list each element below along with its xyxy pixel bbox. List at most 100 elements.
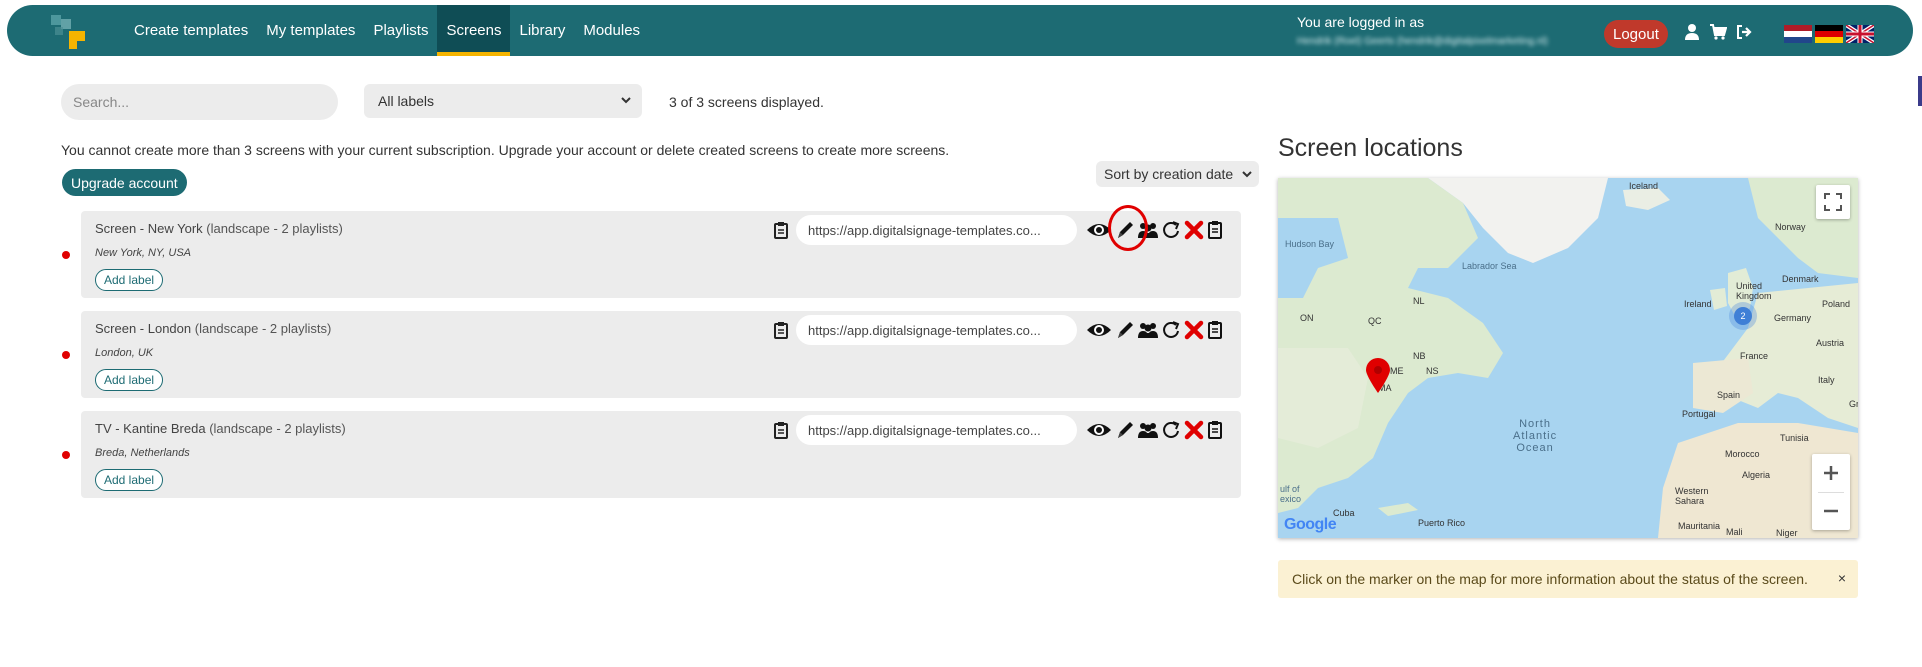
refresh-icon[interactable] [1161,219,1181,241]
screen-name: Screen - London [95,321,192,336]
delete-icon[interactable] [1184,319,1204,341]
upgrade-account-button[interactable]: Upgrade account [62,169,187,196]
map-label-france: France [1740,351,1769,361]
map-label-portugal: Portugal [1682,409,1716,419]
copy-url-icon[interactable] [773,221,789,239]
app-logo[interactable] [47,11,93,53]
flag-de-icon[interactable] [1815,25,1843,43]
preview-eye-icon[interactable] [1086,319,1112,341]
map-label-morocco: Morocco [1725,449,1760,459]
map-label-mali: Mali [1726,527,1743,537]
label-filter-select[interactable]: All labels [364,84,642,118]
screen-location: New York, NY, USA [95,247,191,259]
nav-modules[interactable]: Modules [574,5,649,56]
chevron-down-icon [1241,167,1253,184]
map-heading: Screen locations [1278,134,1463,162]
screen-title: Screen - London (landscape - 2 playlists… [95,321,331,336]
zoom-controls [1812,454,1850,530]
flag-uk-icon[interactable] [1846,25,1874,43]
map-label-puerto-rico: Puerto Rico [1418,518,1466,528]
users-group-icon[interactable] [1137,319,1159,341]
screen-card: Screen - London (landscape - 2 playlists… [81,311,1241,398]
user-icon[interactable] [1683,23,1701,41]
close-icon[interactable]: × [1838,570,1846,586]
screen-url-field[interactable]: https://app.digitalsignage-templates.co.… [796,415,1077,445]
map-label-norway: Norway [1775,222,1806,232]
screen-url-field[interactable]: https://app.digitalsignage-templates.co.… [796,315,1077,345]
map-info-alert: Click on the marker on the map for more … [1278,560,1858,598]
nav-create-templates[interactable]: Create templates [125,5,257,56]
google-logo-text: Google [1284,516,1337,533]
clipboard-icon[interactable] [1207,419,1223,441]
logout-button[interactable]: Logout [1604,20,1668,48]
screen-meta: (landscape - 2 playlists) [194,321,332,336]
users-group-icon[interactable] [1137,419,1159,441]
cluster-marker[interactable]: 2 [1729,302,1757,330]
add-label-button[interactable]: Add label [95,369,164,391]
map-label-labrador-sea: Labrador Sea [1462,261,1517,271]
map-label-tunisia: Tunisia [1780,433,1809,443]
top-navbar: Create templates My templates Playlists … [7,5,1913,56]
preview-eye-icon[interactable] [1086,419,1112,441]
edit-pencil-icon[interactable] [1115,319,1135,341]
google-logo: Google [1284,516,1337,534]
screen-name: TV - Kantine Breda [95,421,206,436]
refresh-icon[interactable] [1161,319,1181,341]
map-label-uk: United Kingdom [1736,281,1772,301]
map-label-spain: Spain [1717,390,1741,400]
sort-value: Sort by creation date [1104,166,1234,182]
map-label-nl: NL [1413,296,1425,306]
copy-url-icon[interactable] [773,421,789,439]
map-label-iceland: Iceland [1629,181,1659,191]
flag-nl-icon[interactable] [1784,25,1812,43]
map-label-ns: NS [1426,366,1439,376]
nav-library[interactable]: Library [510,5,574,56]
zoom-in-button[interactable] [1812,454,1850,492]
screen-meta: (landscape - 2 playlists) [206,221,343,236]
map-label-on: ON [1300,313,1314,323]
nav-my-templates[interactable]: My templates [257,5,364,56]
login-info: You are logged in as Hendrik (Roel) Geer… [1297,14,1548,47]
map-label-ireland: Ireland [1684,299,1712,309]
screen-locations-map[interactable]: Iceland Norway Hudson Bay Labrador Sea D… [1278,178,1858,538]
label-filter-value: All labels [378,93,435,109]
nav-screens[interactable]: Screens [437,5,511,56]
map-label-western-sahara: Western Sahara [1675,486,1709,506]
sign-out-icon[interactable] [1735,23,1753,41]
screen-card: TV - Kantine Breda (landscape - 2 playli… [81,411,1241,498]
add-label-button[interactable]: Add label [95,269,164,291]
delete-icon[interactable] [1184,419,1204,441]
map-label-cuba: Cuba [1333,508,1355,518]
screen-meta: (landscape - 2 playlists) [209,421,346,436]
login-user: Hendrik (Roel) Geerts (hendrik@digitalpi… [1297,36,1548,47]
screen-count: 3 of 3 screens displayed. [669,94,824,110]
map-label-poland: Poland [1822,299,1851,309]
copy-url-icon[interactable] [773,321,789,339]
plus-icon [1824,466,1838,480]
screen-url-field[interactable]: https://app.digitalsignage-templates.co.… [796,215,1077,245]
sort-select[interactable]: Sort by creation date [1096,161,1260,187]
fullscreen-icon [1824,193,1842,211]
highlight-circle [1108,205,1148,251]
map-label-algeria: Algeria [1742,470,1771,480]
map-label-nb: NB [1413,351,1426,361]
map-label-austria: Austria [1816,338,1845,348]
screen-name: Screen - New York [95,221,203,236]
map-label-qc: QC [1368,316,1382,326]
map-label-italy: Italy [1818,375,1835,385]
map-label-hudson-bay: Hudson Bay [1285,239,1335,249]
cart-icon[interactable] [1709,23,1728,41]
zoom-out-button[interactable] [1812,492,1850,530]
location-pin-icon[interactable] [1365,358,1391,399]
add-label-button[interactable]: Add label [95,469,164,491]
fullscreen-button[interactable] [1816,185,1850,219]
delete-icon[interactable] [1184,219,1204,241]
edit-pencil-icon[interactable] [1115,419,1135,441]
clipboard-icon[interactable] [1207,319,1223,341]
map-label-north-atlantic: North Atlantic Ocean [1513,418,1558,454]
refresh-icon[interactable] [1161,419,1181,441]
search-input[interactable] [61,84,338,120]
screen-title: TV - Kantine Breda (landscape - 2 playli… [95,421,346,436]
nav-playlists[interactable]: Playlists [364,5,437,56]
clipboard-icon[interactable] [1207,219,1223,241]
